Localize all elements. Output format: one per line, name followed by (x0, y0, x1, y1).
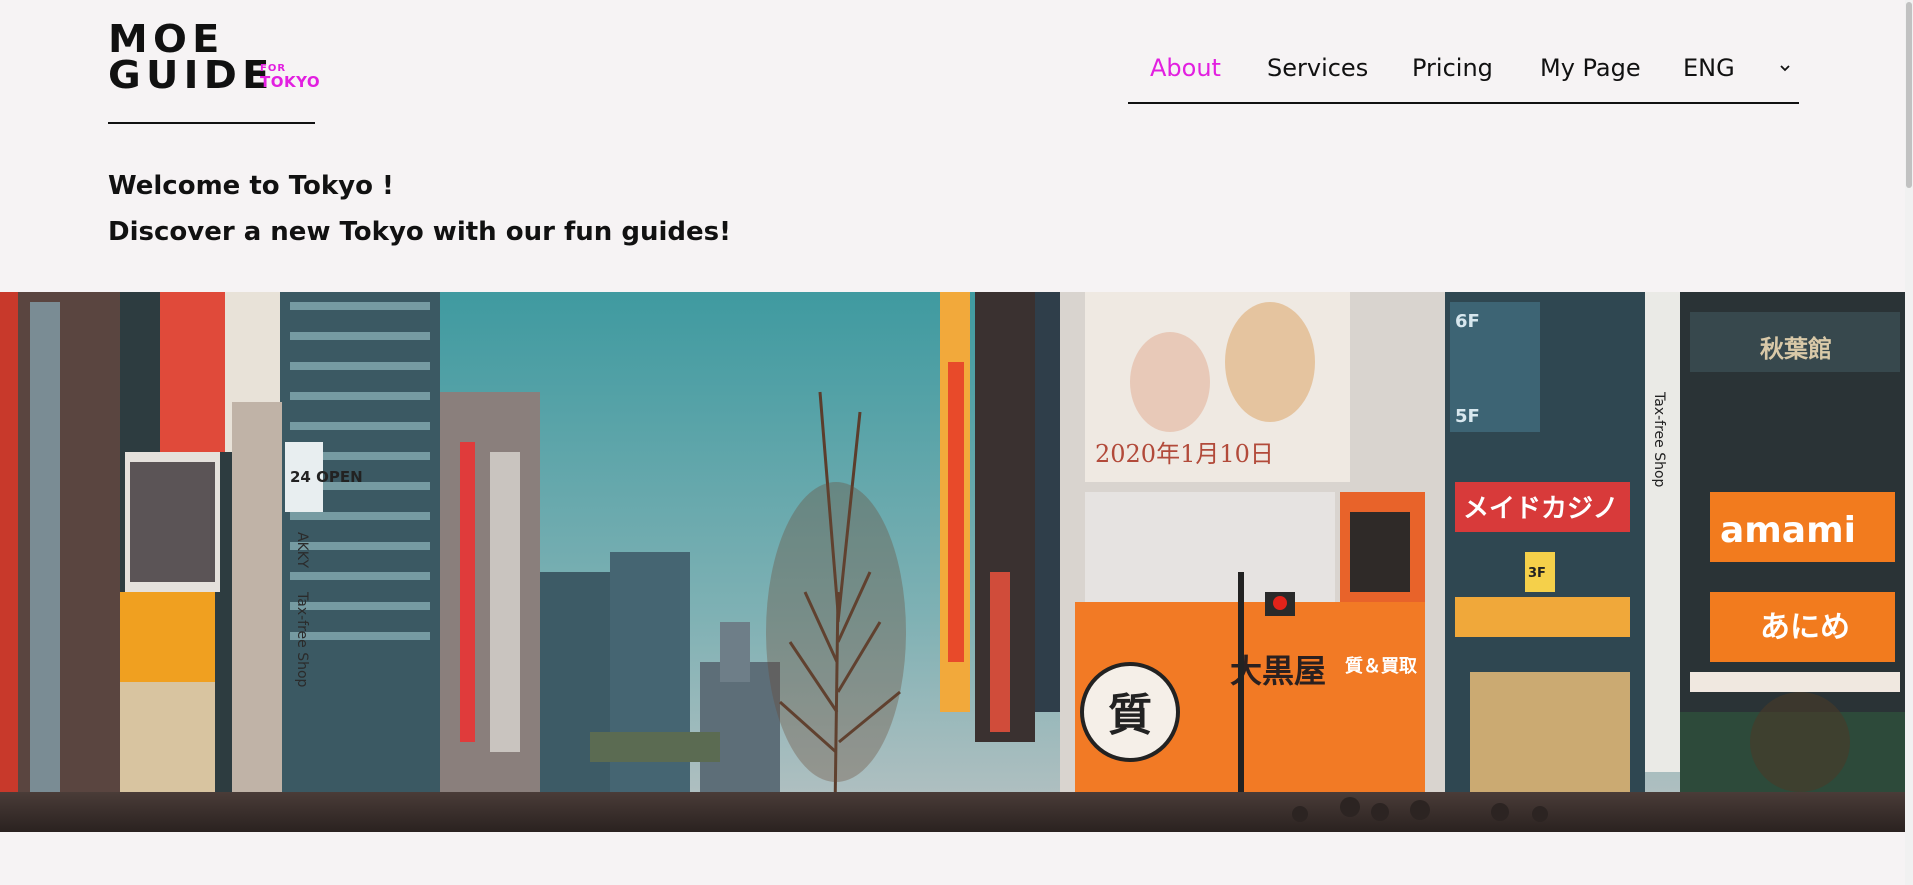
open-sign: 24 OPEN (290, 468, 363, 486)
logo-city: TOKYO (260, 73, 321, 91)
chevron-down-icon[interactable] (1778, 60, 1792, 74)
site-logo[interactable]: MOE GUIDE FOR TOKYO (108, 17, 320, 124)
amami-sign: amami (1720, 510, 1856, 551)
daikokuya-sign: 大黒屋 (1230, 652, 1326, 690)
buy-sign: 質＆買取 (1345, 655, 1418, 677)
nav-mypage-link[interactable]: My Page (1540, 54, 1641, 82)
nav-pricing-link[interactable]: Pricing (1412, 54, 1493, 82)
logo-underline (108, 122, 315, 124)
taxfree-sign-right: Tax-free Shop (1651, 391, 1667, 488)
maid-casino-sign: メイドカジノ (1463, 494, 1618, 524)
page-scrollbar[interactable] (1905, 0, 1913, 885)
welcome-block: Welcome to Tokyo ! Discover a new Tokyo … (108, 163, 731, 255)
welcome-subtitle: Discover a new Tokyo with our fun guides… (108, 217, 731, 247)
floor-6f: 6F (1455, 311, 1480, 332)
nav-services-link[interactable]: Services (1267, 54, 1368, 82)
main-nav: About Services Pricing My Page ENG (1128, 40, 1799, 104)
floor-3f: 3F (1528, 566, 1546, 581)
scrollbar-thumb[interactable] (1906, 2, 1912, 188)
hero-image: 24 OPEN AKKY Tax-free Shop 2020年1月10日 質 … (0, 292, 1905, 832)
logo-line-1: MOE (108, 17, 225, 61)
nav-about-link[interactable]: About (1150, 54, 1221, 82)
taxfree-sign-left: Tax-free Shop (294, 591, 310, 688)
anime-sign: あにめ (1760, 610, 1850, 645)
akiba-kan-sign: 秋葉館 (1760, 335, 1832, 363)
akky-sign: AKKY (294, 532, 310, 568)
akihabara-street-illustration: 24 OPEN AKKY Tax-free Shop 2020年1月10日 質 … (0, 292, 1905, 832)
pawn-sign: 質 (1108, 690, 1152, 741)
billboard-date: 2020年1月10日 (1095, 440, 1274, 468)
language-selector[interactable]: ENG (1683, 54, 1735, 82)
welcome-title: Welcome to Tokyo ! (108, 171, 394, 201)
floor-5f: 5F (1455, 406, 1480, 427)
logo-line-2: GUIDE (108, 53, 275, 97)
